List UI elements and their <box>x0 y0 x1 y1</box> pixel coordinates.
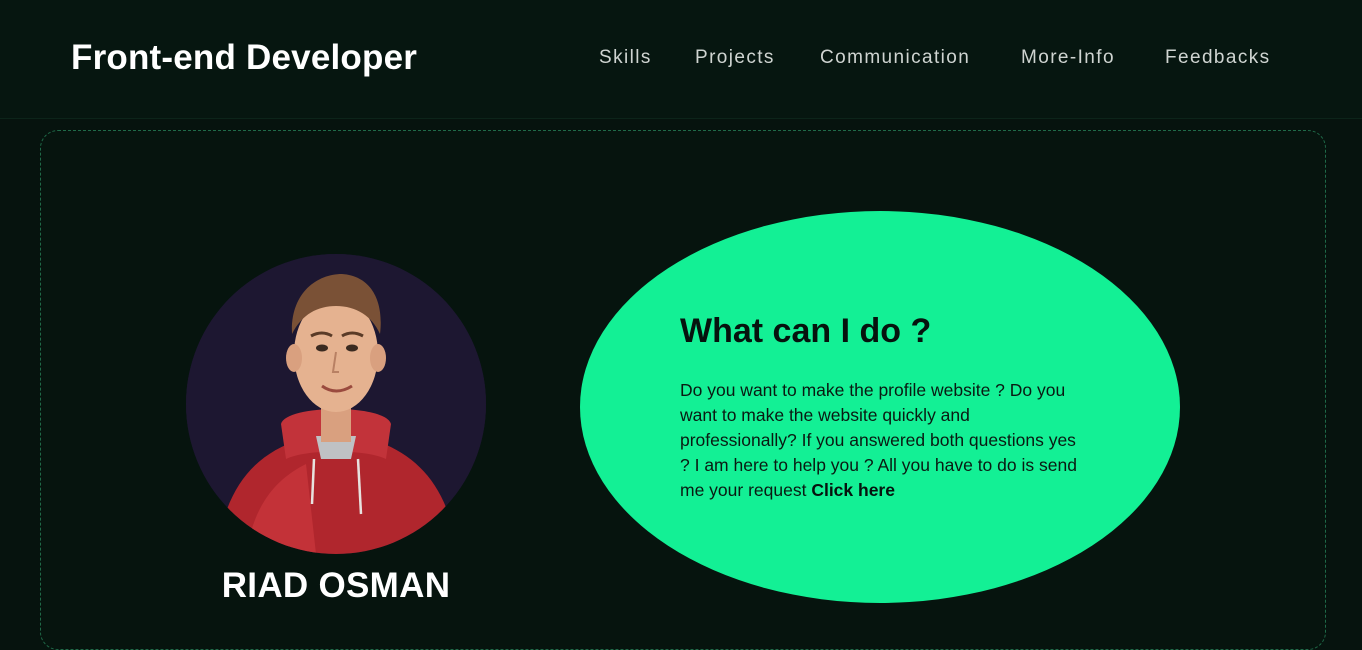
profile-name: RIAD OSMAN <box>221 566 451 605</box>
profile-avatar <box>186 254 486 554</box>
intro-title: What can I do ? <box>680 312 932 350</box>
contact-link[interactable]: Click here <box>811 480 895 500</box>
nav-link-more-info[interactable]: More-Info <box>1021 47 1115 69</box>
nav-link-skills[interactable]: Skills <box>599 47 652 69</box>
nav-link-projects[interactable]: Projects <box>695 47 775 69</box>
developer-portrait-icon <box>186 254 486 554</box>
nav-link-feedbacks[interactable]: Feedbacks <box>1165 47 1271 69</box>
nav-link-communication[interactable]: Communication <box>820 47 970 69</box>
intro-text: Do you want to make the profile website … <box>680 378 1090 503</box>
main-nav: Skills Projects Communication More-Info … <box>0 47 1362 71</box>
site-header: Front-end Developer Skills Projects Comm… <box>0 0 1362 119</box>
